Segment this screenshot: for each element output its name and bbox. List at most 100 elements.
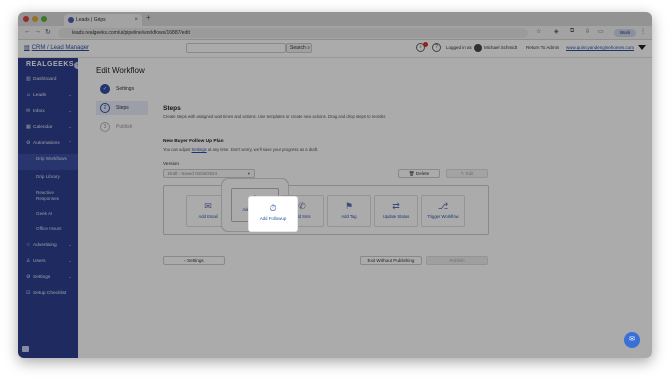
- close-window-button[interactable]: [23, 16, 29, 22]
- add-tag-button[interactable]: ⚑ Add Tag: [327, 195, 371, 227]
- sidebar-item-inbox[interactable]: ✉ Inbox ⌄: [18, 108, 78, 114]
- sidebar-item-users[interactable]: ♙ Users ⌄: [18, 258, 78, 264]
- settings-link[interactable]: Settings: [192, 147, 207, 152]
- help-icon[interactable]: ?: [432, 43, 441, 52]
- sidebar-subitem-drip-workflows[interactable]: Drip Workflows: [18, 154, 78, 170]
- sidebar-item-label: Advertising: [33, 243, 57, 248]
- plan-note-text: You can adjust: [163, 147, 191, 152]
- profile-button[interactable]: Work: [614, 29, 636, 37]
- version-select[interactable]: Draft - Saved 03/26/2024 ▾: [163, 169, 255, 178]
- sidebar-item-label: Users: [33, 259, 46, 264]
- sidebar-item-settings[interactable]: ⚙ Settings ⌄: [18, 274, 78, 280]
- sidebar-subitem-drip-library[interactable]: Drip Library: [18, 174, 78, 180]
- exit-without-publishing-button[interactable]: Exit Without Publishing: [360, 256, 422, 265]
- action-palette: ✉ Add Email ⏱ Add Followup ✆ Add Sms ⚑ A…: [163, 185, 489, 235]
- step-label: Publish: [116, 124, 133, 130]
- logged-in-label: Logged in as: [446, 45, 472, 50]
- minimize-window-button[interactable]: [32, 16, 38, 22]
- sidebar-item-label: Calendar: [33, 125, 53, 130]
- page-title: Edit Workflow: [96, 66, 145, 75]
- sidebar-item-dashboard[interactable]: ▥ Dashboard: [18, 76, 78, 82]
- step-publish[interactable]: 3 Publish: [96, 120, 148, 134]
- return-to-admin-link[interactable]: Return To Admin: [526, 45, 559, 50]
- search-input[interactable]: [186, 43, 286, 53]
- edit-button[interactable]: ✎ Edit: [446, 169, 488, 178]
- sidebar-item-advertising[interactable]: ☆ Advertising ⌄: [18, 242, 78, 248]
- forward-arrow-icon[interactable]: →: [34, 28, 41, 35]
- plan-note: You can adjust Settings at any time. Don…: [163, 147, 318, 152]
- step-steps[interactable]: 2 Steps: [96, 101, 148, 115]
- sidebar-subitem-geek-ai[interactable]: Geek AI: [18, 211, 78, 217]
- automation-icon: ⚙: [26, 140, 31, 146]
- publish-button[interactable]: Publish: [426, 256, 488, 265]
- sidebar-item-label: Leads: [33, 93, 47, 98]
- site-link[interactable]: www.quincyandenginehomes.com: [566, 45, 634, 50]
- mail-icon: ✉: [26, 108, 31, 114]
- sidebar-item-label: Settings: [33, 275, 51, 280]
- menu-dots-icon[interactable]: ⋮: [640, 28, 646, 35]
- back-label: Settings: [187, 258, 204, 263]
- edit-label: Edit: [465, 171, 474, 176]
- add-email-button[interactable]: ✉ Add Email: [186, 195, 230, 227]
- search-button[interactable]: Search ⌕: [286, 43, 312, 53]
- sidebar-subitem-office-hours[interactable]: Office Hours: [18, 226, 78, 232]
- tool-label: Add Tag: [341, 214, 357, 219]
- chevron-down-icon: ⌄: [68, 92, 72, 97]
- download-icon[interactable]: ⇩: [585, 28, 590, 35]
- version-label: Version: [163, 162, 179, 167]
- sidebar-subitem-label: Drip Library: [36, 174, 60, 179]
- add-followup-highlight[interactable]: ⏱ Add Followup: [249, 197, 297, 231]
- main-content: Edit Workflow ✓ Settings 2 Steps 3 Publi…: [78, 58, 652, 358]
- step-settings[interactable]: ✓ Settings: [96, 82, 148, 96]
- trigger-workflow-button[interactable]: ⎇ Trigger Workflow: [421, 195, 465, 227]
- browser-tab[interactable]: Leads | Grips ×: [64, 14, 142, 26]
- app-header: ▤ CRM / Lead Manager Search ⌕ ♪ ? Logged …: [18, 40, 652, 58]
- maximize-window-button[interactable]: [41, 16, 47, 22]
- avatar: [474, 44, 482, 52]
- new-tab-button[interactable]: +: [146, 13, 151, 22]
- close-tab-icon[interactable]: ×: [134, 14, 138, 26]
- step-label: Settings: [116, 86, 135, 92]
- crm-icon: ▤: [24, 45, 30, 51]
- sidebar-item-automations[interactable]: ⚙ Automations ⌃: [18, 140, 78, 146]
- calendar-icon: ▦: [26, 124, 31, 130]
- url-field[interactable]: leads.realgeeks.com/ui/pipeline/workflow…: [58, 28, 528, 38]
- extension-icon[interactable]: ◈: [554, 28, 559, 35]
- workflow-icon: ⎇: [437, 201, 449, 211]
- tab-bar: Leads | Grips × +: [18, 12, 652, 26]
- sidebar-item-calendar[interactable]: ▦ Calendar ⌄: [18, 124, 78, 130]
- sidebar-item-leads[interactable]: ☺ Leads ⌄: [18, 92, 78, 98]
- sidebar-subitem-reactive-responses[interactable]: Reactive Responses: [18, 190, 78, 202]
- reload-icon[interactable]: ↻: [45, 28, 51, 36]
- chevron-down-icon: ⌄: [68, 242, 72, 247]
- user-icon: ♙: [26, 258, 31, 264]
- sidebar-footer-icon[interactable]: [22, 346, 29, 352]
- tag-icon: ⚑: [344, 201, 354, 211]
- delete-label: Delete: [415, 171, 430, 176]
- chevron-down-icon[interactable]: [638, 45, 646, 50]
- sidebar-item-label: Dashboard: [33, 77, 57, 82]
- back-to-settings-button[interactable]: ‹ Settings: [163, 256, 225, 265]
- sidebar-subitem-label: Geek AI: [36, 211, 53, 216]
- bookmark-star-icon[interactable]: ☆: [536, 28, 541, 35]
- back-arrow-icon[interactable]: ←: [24, 28, 31, 35]
- trash-icon: 🗑: [408, 171, 415, 176]
- sidepanel-icon[interactable]: ▭: [598, 28, 604, 35]
- update-status-button[interactable]: ⇄ Update Status: [374, 195, 418, 227]
- search-icon: ⌕: [307, 45, 311, 51]
- step-number: 3: [100, 122, 110, 132]
- puzzle-icon[interactable]: ⧉: [570, 28, 574, 35]
- publish-label: Publish: [449, 258, 465, 263]
- step-number: 2: [100, 103, 110, 113]
- breadcrumb[interactable]: ▤ CRM / Lead Manager: [24, 44, 89, 51]
- delete-button[interactable]: 🗑 Delete: [398, 169, 440, 178]
- browser-window: Leads | Grips × + ← → ↻ leads.realgeeks.…: [18, 12, 652, 358]
- chevron-down-icon: ▾: [247, 171, 250, 176]
- sidebar-item-label: Inbox: [33, 109, 45, 114]
- user-name[interactable]: Michael Schmidt: [484, 45, 517, 50]
- tool-label: Update Status: [382, 214, 410, 219]
- exit-label: Exit Without Publishing: [367, 258, 415, 263]
- sidebar-item-setup-checklist[interactable]: ☑ Setup Checklist: [18, 290, 78, 296]
- search-button-label: Search: [290, 45, 306, 51]
- chat-bubble-icon[interactable]: ✉: [624, 332, 640, 348]
